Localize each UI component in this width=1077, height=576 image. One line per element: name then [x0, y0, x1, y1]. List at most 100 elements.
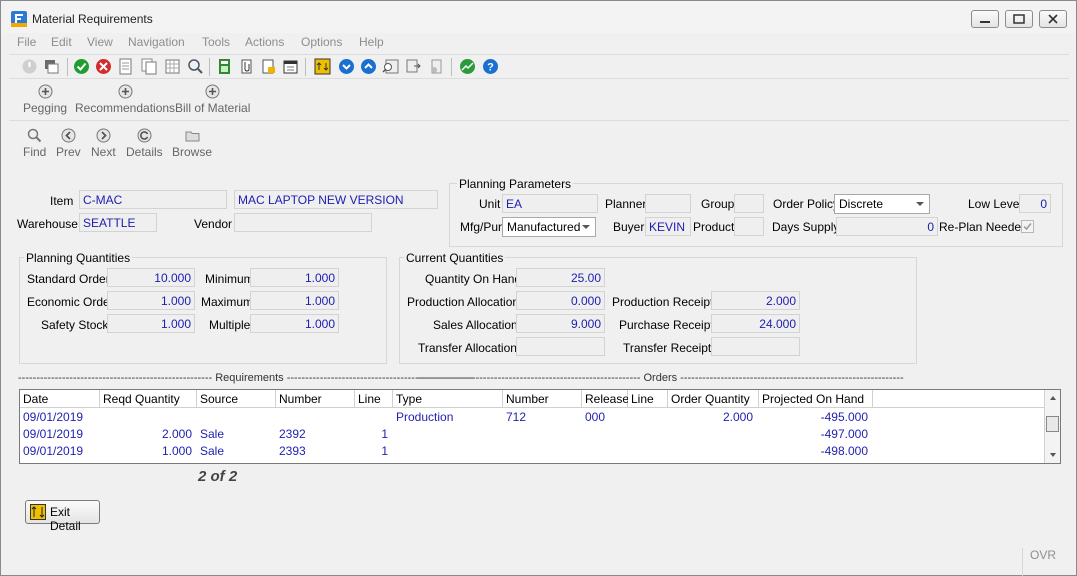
- col-header-projected-on-hand[interactable]: Projected On Hand: [759, 390, 873, 408]
- info-icon[interactable]: [428, 58, 445, 75]
- replan-needed-checkbox[interactable]: [1021, 220, 1034, 233]
- col-header-source[interactable]: Source: [197, 390, 276, 408]
- purchase-receipts-field[interactable]: 24.000: [711, 314, 800, 333]
- zoom-icon[interactable]: [187, 58, 204, 75]
- details-button[interactable]: Details: [126, 128, 163, 159]
- unit-field[interactable]: EA: [502, 194, 598, 213]
- production-allocations-field[interactable]: 0.000: [516, 291, 605, 310]
- buyer-field[interactable]: KEVIN: [645, 217, 691, 236]
- vendor-field[interactable]: [234, 213, 372, 232]
- col-header-number[interactable]: Number: [276, 390, 355, 408]
- maximize-button[interactable]: [1005, 10, 1033, 28]
- note-icon[interactable]: [260, 58, 277, 75]
- help-icon[interactable]: ?: [482, 58, 499, 75]
- requirements-banner: ----------------------------------------…: [18, 372, 474, 384]
- requirements-grid[interactable]: Date Reqd Quantity Source Number Line Ty…: [19, 389, 1061, 464]
- col-header-order-line[interactable]: Line: [628, 390, 668, 408]
- col-header-order-number[interactable]: Number: [503, 390, 582, 408]
- next-button[interactable]: Next: [91, 128, 116, 159]
- cancel-icon[interactable]: [95, 58, 112, 75]
- copy-window-icon[interactable]: [43, 58, 60, 75]
- power-icon[interactable]: [21, 58, 38, 75]
- menu-options[interactable]: Options: [301, 35, 342, 49]
- item-field[interactable]: C-MAC: [79, 190, 227, 209]
- menu-view[interactable]: View: [87, 35, 113, 49]
- standard-order-field[interactable]: 10.000: [107, 268, 195, 287]
- magnifier-icon: [27, 128, 42, 143]
- cell-release: 000: [585, 410, 606, 424]
- bill-of-material-button[interactable]: Bill of Material: [175, 84, 250, 115]
- menu-actions[interactable]: Actions: [245, 35, 284, 49]
- planner-field[interactable]: [645, 194, 691, 213]
- col-header-release[interactable]: Release: [582, 390, 629, 408]
- col-header-type[interactable]: Type: [393, 390, 503, 408]
- quantity-on-hand-field[interactable]: 25.00: [516, 268, 605, 287]
- item-description-field[interactable]: MAC LAPTOP NEW VERSION: [234, 190, 438, 209]
- warehouse-field[interactable]: SEATTLE: [79, 213, 157, 232]
- transfer-receipts-field[interactable]: [711, 337, 800, 356]
- group-field[interactable]: [734, 194, 764, 213]
- menu-navigation[interactable]: Navigation: [128, 35, 185, 49]
- col-header-reqd-quantity[interactable]: Reqd Quantity: [100, 390, 197, 408]
- title-bar: Material Requirements: [1, 1, 1076, 33]
- mfg-pur-value: Manufactured: [507, 220, 581, 234]
- close-button[interactable]: [1039, 10, 1067, 28]
- minimize-button[interactable]: [971, 10, 999, 28]
- vertical-scrollbar[interactable]: [1044, 390, 1060, 463]
- cell-number: 2393: [279, 444, 306, 458]
- safety-stock-field[interactable]: 1.000: [107, 314, 195, 333]
- pegging-button[interactable]: Pegging: [23, 84, 67, 115]
- col-header-line[interactable]: Line: [355, 390, 393, 408]
- cell-order-quantity: 2.000: [722, 410, 753, 424]
- minimum-field[interactable]: 1.000: [250, 268, 339, 287]
- up-circle-icon[interactable]: [360, 58, 377, 75]
- menu-tools[interactable]: Tools: [202, 35, 230, 49]
- attach-icon[interactable]: [238, 58, 255, 75]
- cell-projected-on-hand: -495.000: [820, 410, 868, 424]
- col-header-date[interactable]: Date: [20, 390, 100, 408]
- multiple-label: Multiple: [209, 318, 251, 332]
- economic-order-label: Economic Order: [27, 295, 114, 309]
- search-list-icon[interactable]: [382, 58, 399, 75]
- low-level-field[interactable]: 0: [1019, 194, 1051, 213]
- calendar-icon[interactable]: [282, 58, 299, 75]
- multiple-field[interactable]: 1.000: [250, 314, 339, 333]
- menu-edit[interactable]: Edit: [51, 35, 72, 49]
- doc-grid-icon[interactable]: [164, 58, 181, 75]
- recommendations-button[interactable]: Recommendations: [75, 84, 175, 115]
- find-button[interactable]: Find: [23, 128, 46, 159]
- maximum-field[interactable]: 1.000: [250, 291, 339, 310]
- check-icon[interactable]: [73, 58, 90, 75]
- scroll-thumb[interactable]: [1046, 416, 1059, 432]
- overwrite-indicator: OVR: [1021, 548, 1056, 576]
- transfer-allocations-field[interactable]: [516, 337, 605, 356]
- economic-order-field[interactable]: 1.000: [107, 291, 195, 310]
- days-supply-field[interactable]: 0: [836, 217, 938, 236]
- scroll-down-icon[interactable]: [1045, 449, 1061, 461]
- mfg-pur-select[interactable]: Manufactured: [502, 217, 596, 237]
- sync-icon[interactable]: [405, 58, 422, 75]
- doc-copy-icon[interactable]: [141, 58, 158, 75]
- transfer-receipts-label: Transfer Receipts: [623, 341, 718, 355]
- production-allocations-label: Production Allocations: [407, 295, 526, 309]
- export-icon[interactable]: [314, 58, 331, 75]
- left-arrow-icon: [61, 128, 76, 143]
- product-field[interactable]: [734, 217, 764, 236]
- down-circle-icon[interactable]: [338, 58, 355, 75]
- production-receipts-field[interactable]: 2.000: [711, 291, 800, 310]
- menu-file[interactable]: File: [17, 35, 36, 49]
- exit-detail-button[interactable]: Exit Detail: [25, 500, 100, 533]
- menu-help[interactable]: Help: [359, 35, 384, 49]
- cell-reqd-quantity: 1.000: [161, 444, 192, 458]
- prev-button[interactable]: Prev: [56, 128, 81, 159]
- scroll-up-icon[interactable]: [1045, 392, 1061, 404]
- exit-icon: [30, 504, 46, 520]
- chart-icon[interactable]: [459, 58, 476, 75]
- calc-icon[interactable]: [216, 58, 233, 75]
- sales-allocations-field[interactable]: 9.000: [516, 314, 605, 333]
- cell-source: Sale: [200, 427, 225, 441]
- browse-button[interactable]: Browse: [172, 128, 212, 159]
- doc-icon[interactable]: [117, 58, 134, 75]
- order-policy-select[interactable]: Discrete: [834, 194, 930, 214]
- col-header-order-quantity[interactable]: Order Quantity: [668, 390, 759, 408]
